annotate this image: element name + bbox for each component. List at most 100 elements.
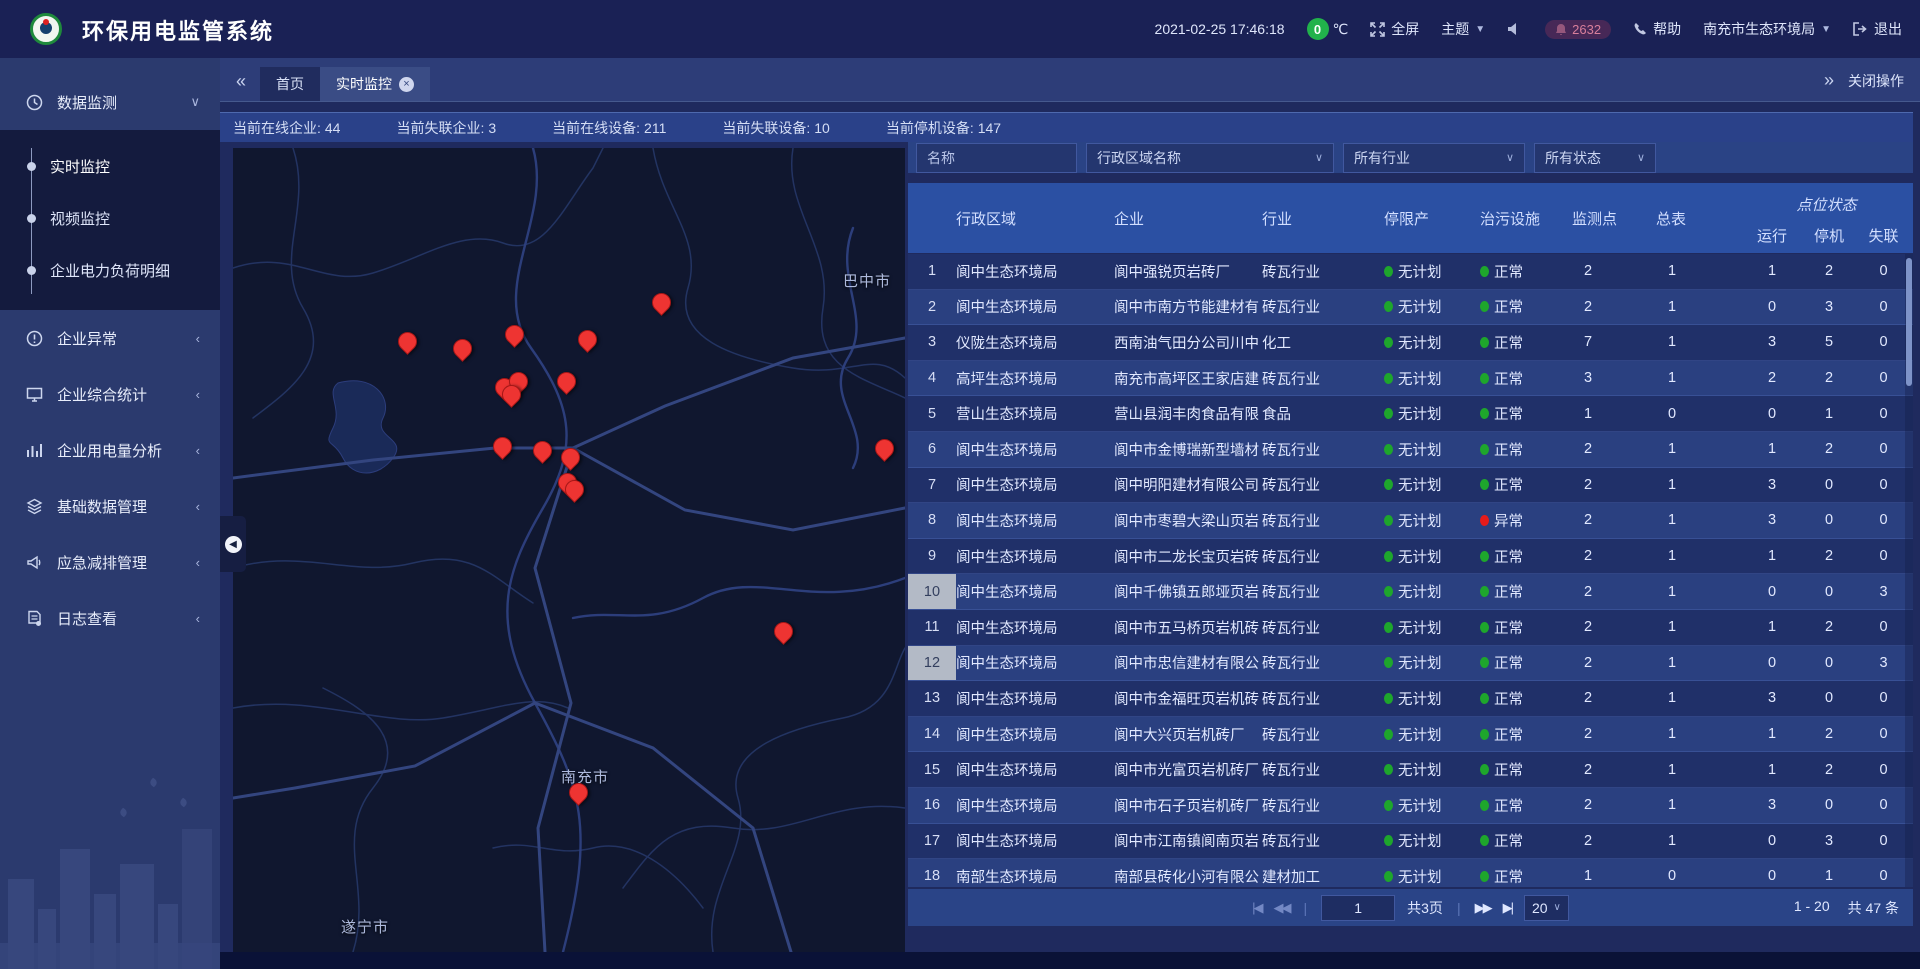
status-dot-icon <box>1480 729 1489 740</box>
sidebar-item-video-monitor[interactable]: 视频监控 <box>0 192 220 244</box>
status-dot-icon <box>1480 764 1489 775</box>
page-number-input[interactable]: 1 <box>1321 895 1395 921</box>
table-row[interactable]: 8阆中生态环境局阆中市枣碧大梁山页岩砖瓦行业无计划异常21300 <box>908 503 1913 539</box>
phone-icon <box>1633 22 1647 36</box>
chevron-down-icon: ▼ <box>1821 24 1831 35</box>
cell-running: 0 <box>1740 290 1804 325</box>
cell-company: 阆中市江南镇阆南页岩 <box>1114 824 1262 859</box>
organization-menu[interactable]: 南充市生态环境局 ▼ <box>1703 19 1831 39</box>
sidebar-item-logs[interactable]: 日志查看 ‹ <box>0 590 220 646</box>
table-row[interactable]: 7阆中生态环境局阆中明阳建材有限公司砖瓦行业无计划正常21300 <box>908 468 1913 504</box>
help-button[interactable]: 帮助 <box>1633 19 1681 39</box>
tabs-scroll-right-icon[interactable]: » <box>1824 70 1834 91</box>
table-row[interactable]: 18南部生态环境局南部县砖化小河有限公建材加工无计划正常10010 <box>908 859 1913 887</box>
sidebar-item-power-load-detail[interactable]: 企业电力负荷明细 <box>0 244 220 296</box>
cell-limit-status: 无计划 <box>1384 610 1480 645</box>
page-last-button[interactable]: ▶| <box>1503 900 1512 916</box>
close-operations-button[interactable]: 关闭操作 <box>1848 71 1904 91</box>
col-region: 行政区域 <box>956 183 1114 253</box>
map-canvas[interactable]: 巴中市 南充市 遂宁市 <box>233 148 905 952</box>
cell-stopped: 5 <box>1804 325 1854 360</box>
sidebar-item-enterprise-anomaly[interactable]: 企业异常 ‹ <box>0 310 220 366</box>
cell-meters: 1 <box>1656 432 1740 467</box>
table-scrollbar[interactable] <box>1905 254 1913 887</box>
cell-running: 0 <box>1740 396 1804 431</box>
table-row[interactable]: 3仪陇生态环境局西南油气田分公司川中化工无计划正常71350 <box>908 325 1913 361</box>
cell-company: 阆中市二龙长宝页岩砖 <box>1114 539 1262 574</box>
sidebar-item-data-monitor[interactable]: 数据监测 ∨ <box>0 74 220 130</box>
stat-lost-devices: 当前失联设备:10 <box>722 118 829 138</box>
theme-menu[interactable]: 主题 ▼ <box>1441 19 1485 39</box>
cell-points: 2 <box>1572 290 1656 325</box>
page-size-select[interactable]: 20 ∨ <box>1524 895 1569 921</box>
map-label-nanchong: 南充市 <box>561 766 609 787</box>
speaker-icon[interactable] <box>1507 22 1523 36</box>
tab-realtime-monitor[interactable]: 实时监控 × <box>320 67 430 101</box>
sidebar-collapse-handle[interactable]: ◀ <box>220 516 246 572</box>
status-dot-icon <box>1480 373 1489 384</box>
status-dot-icon <box>1384 551 1393 562</box>
cell-meters: 1 <box>1656 539 1740 574</box>
cell-running: 0 <box>1740 574 1804 609</box>
cell-running: 3 <box>1740 468 1804 503</box>
table-row[interactable]: 4高坪生态环境局南充市高坪区王家店建砖瓦行业无计划正常31220 <box>908 361 1913 397</box>
cell-region: 阆中生态环境局 <box>956 468 1114 503</box>
name-search-input[interactable]: 名称 <box>916 143 1077 173</box>
scrollbar-thumb[interactable] <box>1906 258 1912 386</box>
cell-running: 1 <box>1740 432 1804 467</box>
table-row[interactable]: 9阆中生态环境局阆中市二龙长宝页岩砖砖瓦行业无计划正常21120 <box>908 539 1913 575</box>
cell-points: 2 <box>1572 752 1656 787</box>
cell-region: 阆中生态环境局 <box>956 788 1114 823</box>
status-select[interactable]: 所有状态 ∨ <box>1534 143 1656 173</box>
page-prev-button[interactable]: ◀◀ <box>1274 900 1290 916</box>
status-dot-icon <box>1480 266 1489 277</box>
table-row[interactable]: 10阆中生态环境局阆中千佛镇五郎垭页岩砖瓦行业无计划正常21003 <box>908 574 1913 610</box>
main-content: 当前在线企业:44 当前失联企业:3 当前在线设备:211 当前失联设备:10 … <box>220 101 1920 969</box>
cell-stopped: 3 <box>1804 290 1854 325</box>
cell-industry: 砖瓦行业 <box>1262 432 1384 467</box>
cell-stopped: 0 <box>1804 574 1854 609</box>
status-dot-icon <box>1384 622 1393 633</box>
sidebar-item-power-analysis[interactable]: 企业用电量分析 ‹ <box>0 422 220 478</box>
cell-stopped: 2 <box>1804 752 1854 787</box>
status-dot-icon <box>1480 800 1489 811</box>
cell-index: 4 <box>908 361 956 396</box>
page-next-button[interactable]: ▶▶ <box>1475 900 1491 916</box>
chevron-collapsed-icon: ‹ <box>196 611 200 626</box>
cell-industry: 建材加工 <box>1262 859 1384 887</box>
region-select[interactable]: 行政区域名称 ∨ <box>1086 143 1334 173</box>
sidebar-item-enterprise-stats[interactable]: 企业综合统计 ‹ <box>0 366 220 422</box>
table-row[interactable]: 11阆中生态环境局阆中市五马桥页岩机砖砖瓦行业无计划正常21120 <box>908 610 1913 646</box>
industry-select[interactable]: 所有行业 ∨ <box>1343 143 1525 173</box>
page-first-button[interactable]: |◀ <box>1252 900 1261 916</box>
cell-region: 阆中生态环境局 <box>956 681 1114 716</box>
cell-meters: 1 <box>1656 325 1740 360</box>
status-dot-icon <box>1384 693 1393 704</box>
table-row[interactable]: 16阆中生态环境局阆中市石子页岩机砖厂砖瓦行业无计划正常21300 <box>908 788 1913 824</box>
table-row[interactable]: 12阆中生态环境局阆中市忠信建材有限公砖瓦行业无计划正常21003 <box>908 646 1913 682</box>
tabs-scroll-left-icon[interactable]: « <box>236 71 246 92</box>
cell-running: 3 <box>1740 681 1804 716</box>
table-row[interactable]: 6阆中生态环境局阆中市金博瑞新型墙材砖瓦行业无计划正常21120 <box>908 432 1913 468</box>
table-row[interactable]: 15阆中生态环境局阆中市光富页岩机砖厂砖瓦行业无计划正常21120 <box>908 752 1913 788</box>
table-row[interactable]: 5营山生态环境局营山县润丰肉食品有限食品无计划正常10010 <box>908 396 1913 432</box>
table-row[interactable]: 13阆中生态环境局阆中市金福旺页岩机砖砖瓦行业无计划正常21300 <box>908 681 1913 717</box>
fullscreen-button[interactable]: 全屏 <box>1370 19 1419 39</box>
table-row[interactable]: 14阆中生态环境局阆中大兴页岩机砖厂砖瓦行业无计划正常21120 <box>908 717 1913 753</box>
alert-circle-icon <box>26 330 43 347</box>
table-row[interactable]: 1阆中生态环境局阆中强锐页岩砖厂砖瓦行业无计划正常21120 <box>908 254 1913 290</box>
cell-company: 阆中市忠信建材有限公 <box>1114 646 1262 681</box>
tab-home[interactable]: 首页 <box>260 67 320 101</box>
notification-badge[interactable]: 2632 <box>1545 20 1611 39</box>
cell-industry: 砖瓦行业 <box>1262 468 1384 503</box>
table-row[interactable]: 2阆中生态环境局阆中市南方节能建材有砖瓦行业无计划正常21030 <box>908 290 1913 326</box>
col-facility: 治污设施 <box>1480 183 1572 253</box>
cell-running: 1 <box>1740 254 1804 289</box>
cell-limit-status: 无计划 <box>1384 788 1480 823</box>
table-row[interactable]: 17阆中生态环境局阆中市江南镇阆南页岩砖瓦行业无计划正常21030 <box>908 824 1913 860</box>
close-icon[interactable]: × <box>399 77 414 92</box>
logout-button[interactable]: 退出 <box>1853 19 1902 39</box>
sidebar-item-realtime-monitor[interactable]: 实时监控 <box>0 140 220 192</box>
sidebar-item-base-data[interactable]: 基础数据管理 ‹ <box>0 478 220 534</box>
sidebar-item-emergency-reduction[interactable]: 应急减排管理 ‹ <box>0 534 220 590</box>
